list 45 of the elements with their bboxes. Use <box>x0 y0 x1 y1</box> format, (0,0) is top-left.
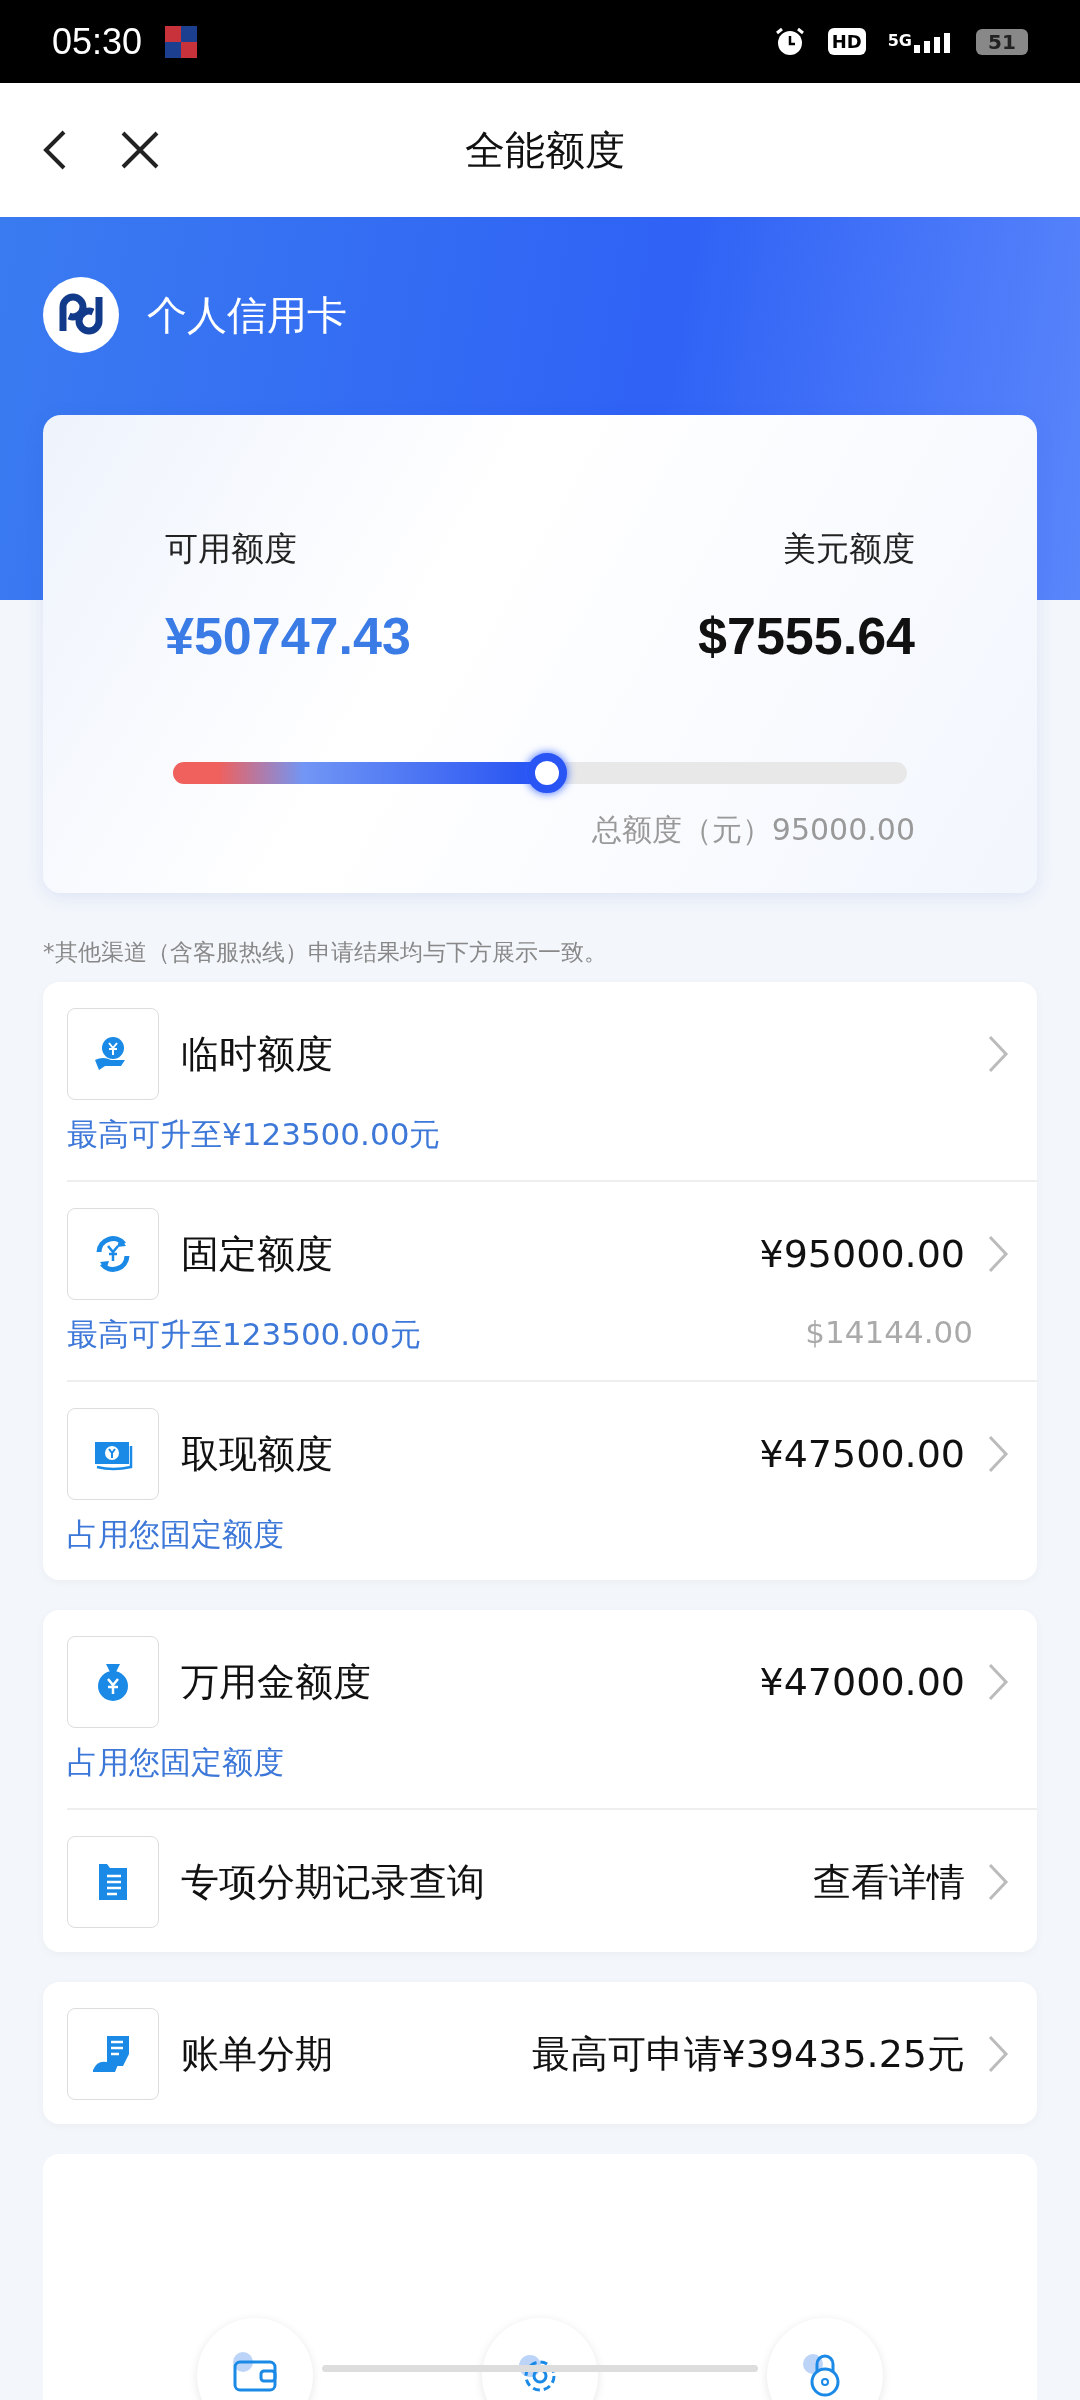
item-note: 占用您固定额度 <box>67 1515 284 1554</box>
chevron-icon <box>987 1434 1009 1474</box>
item-note: 占用您固定额度 <box>67 1743 284 1782</box>
status-time: 05:30 <box>52 20 143 63</box>
item-value: ¥47000.00 <box>758 1660 965 1704</box>
page-title: 全能额度 <box>464 125 626 175</box>
item-title: 固定额度 <box>181 1230 333 1278</box>
shortcut-button[interactable] <box>766 2318 883 2400</box>
list-item[interactable]: 账单分期 最高可申请¥39435.25元 <box>67 1982 1037 2124</box>
list-item[interactable]: 固定额度 ¥95000.00 最高可升至123500.00元 $14144.00 <box>67 1180 1037 1380</box>
list-item[interactable]: 万用金额度 ¥47000.00 占用您固定额度 <box>67 1610 1037 1808</box>
list-item[interactable]: 临时额度 最高可升至¥123500.00元 <box>67 982 1037 1180</box>
shortcut-button[interactable] <box>197 2318 314 2400</box>
available-amount: ¥50747.43 <box>165 606 411 666</box>
usd-amount: $7555.64 <box>698 606 915 666</box>
item-note: 最高可升至¥123500.00元 <box>67 1115 441 1154</box>
card-name: 个人信用卡 <box>147 290 347 340</box>
app-notification-icon <box>164 24 199 59</box>
item-value: 查看详情 <box>812 1858 965 1906</box>
item-value: 最高可申请¥39435.25元 <box>530 2030 965 2078</box>
item-title: 账单分期 <box>181 2030 333 2078</box>
chevron-icon <box>987 1662 1009 1702</box>
close-icon[interactable] <box>120 130 160 170</box>
list-item[interactable]: 取现额度 ¥47500.00 占用您固定额度 <box>67 1380 1037 1580</box>
battery-level: 51 <box>988 29 1016 54</box>
item-note: 最高可升至123500.00元 <box>67 1315 421 1354</box>
hd-badge: HD <box>827 28 866 55</box>
item-value: ¥47500.00 <box>758 1432 965 1476</box>
item-value: ¥95000.00 <box>758 1232 965 1276</box>
chevron-icon <box>987 2034 1009 2074</box>
available-label: 可用额度 <box>165 528 298 570</box>
chevron-icon <box>987 1034 1009 1074</box>
chevron-icon <box>987 1862 1009 1902</box>
usd-label: 美元额度 <box>783 528 915 570</box>
item-title: 取现额度 <box>181 1430 333 1478</box>
chevron-icon <box>987 1234 1009 1274</box>
item-title: 专项分期记录查询 <box>181 1858 485 1906</box>
alarm-icon <box>773 25 806 58</box>
item-title: 临时额度 <box>181 1030 333 1078</box>
total-limit: 总额度（元）95000.00 <box>590 811 915 849</box>
item-title: 万用金额度 <box>181 1658 371 1706</box>
network-type: 5G <box>887 30 912 50</box>
list-item[interactable]: 专项分期记录查询 查看详情 <box>67 1808 1037 1952</box>
usd-value: $14144.00 <box>805 1314 973 1352</box>
disclaimer-text: *其他渠道（含客服热线）申请结果均与下方展示一致。 <box>42 938 608 967</box>
